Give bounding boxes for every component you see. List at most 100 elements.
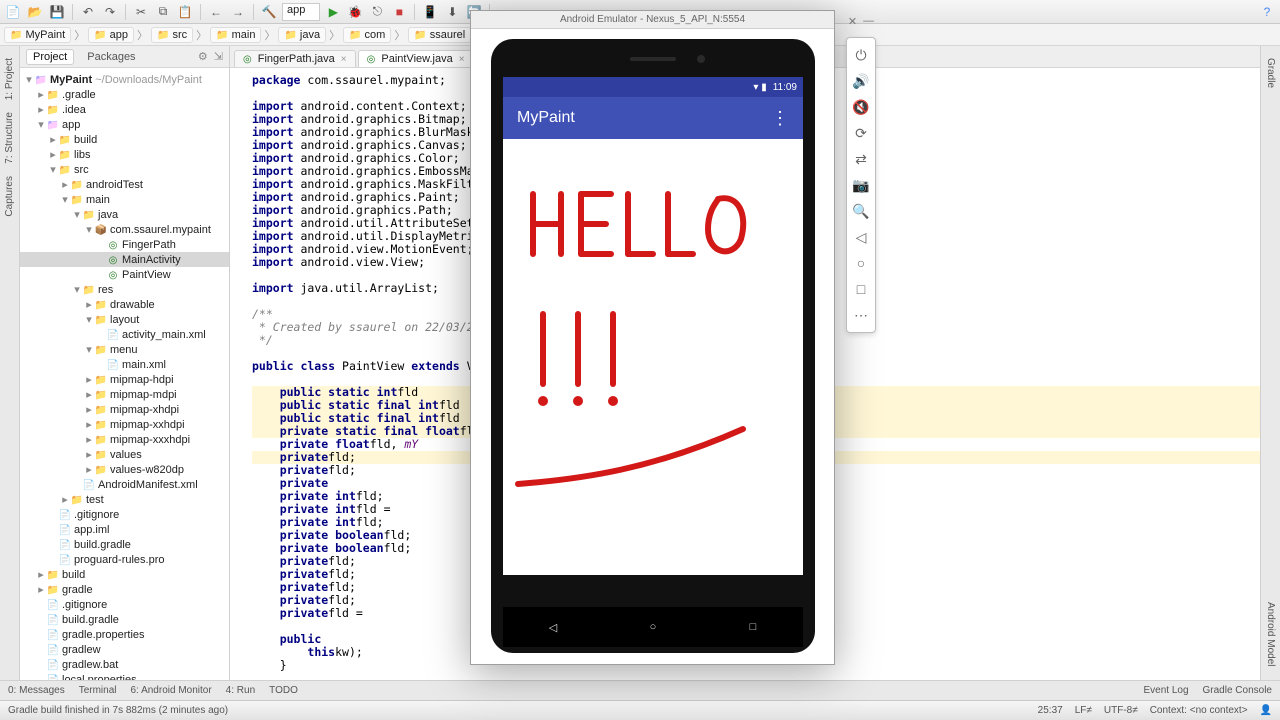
tree-item[interactable]: activity_main.xml <box>20 327 229 342</box>
tool-tab-gradle[interactable]: Gradle <box>1263 52 1278 94</box>
gear-icon[interactable]: ⚙ <box>198 50 208 63</box>
copy-icon[interactable]: ⧉ <box>154 3 172 21</box>
emulator-window-controls[interactable]: ✕— <box>846 15 876 28</box>
tree-item[interactable]: ▸.idea <box>20 102 229 117</box>
tree-item[interactable]: ▾res <box>20 282 229 297</box>
close-icon[interactable]: ✕ <box>848 15 857 28</box>
tree-item[interactable]: ▾menu <box>20 342 229 357</box>
tree-item[interactable]: ▸androidTest <box>20 177 229 192</box>
project-view-tab-packages[interactable]: Packages <box>80 49 142 65</box>
undo-icon[interactable]: ↶ <box>79 3 97 21</box>
emulator-side-button[interactable]: ⇄ <box>849 146 873 172</box>
breadcrumb-item[interactable]: java <box>278 27 326 43</box>
save-icon[interactable]: 💾 <box>48 3 66 21</box>
nav-recent-icon[interactable]: □ <box>743 617 763 637</box>
tree-item[interactable]: main.xml <box>20 357 229 372</box>
bottom-tab-android-monitor[interactable]: 6: Android Monitor <box>131 685 212 696</box>
tree-item[interactable]: ▸mipmap-xxhdpi <box>20 417 229 432</box>
breadcrumb-item[interactable]: src <box>151 27 193 43</box>
tree-item[interactable]: proguard-rules.pro <box>20 552 229 567</box>
tree-root[interactable]: ▾MyPaint ~/Downloads/MyPaint <box>20 72 229 87</box>
tree-item[interactable]: app.iml <box>20 522 229 537</box>
bottom-tab-run[interactable]: 4: Run <box>226 685 255 696</box>
back-icon[interactable]: ← <box>207 3 225 21</box>
hector-icon[interactable]: 👤 <box>1260 705 1272 716</box>
tree-item[interactable]: ▾src <box>20 162 229 177</box>
tree-item[interactable]: ▾java <box>20 207 229 222</box>
tree-item[interactable]: gradlew <box>20 642 229 657</box>
tree-item[interactable]: ▾com.ssaurel.mypaint <box>20 222 229 237</box>
open-icon[interactable]: 📂 <box>26 3 44 21</box>
tree-item[interactable]: ▸values-w820dp <box>20 462 229 477</box>
avd-icon[interactable]: 📱 <box>421 3 439 21</box>
tree-item[interactable]: .gitignore <box>20 507 229 522</box>
tree-item[interactable]: ▾app <box>20 117 229 132</box>
breadcrumb-item[interactable]: main <box>210 27 261 43</box>
tree-item[interactable]: ▸mipmap-hdpi <box>20 372 229 387</box>
bottom-tab-messages[interactable]: 0: Messages <box>8 685 65 696</box>
emulator-side-button[interactable]: 🔍 <box>849 198 873 224</box>
tree-item[interactable]: ▸mipmap-mdpi <box>20 387 229 402</box>
caret-position[interactable]: 25:37 <box>1038 705 1063 716</box>
breadcrumb-item[interactable]: app <box>88 27 134 43</box>
tree-item[interactable]: ▸libs <box>20 147 229 162</box>
bottom-tab-event-log[interactable]: Event Log <box>1143 685 1188 696</box>
project-tree[interactable]: ▾MyPaint ~/Downloads/MyPaint▸.gradle▸.id… <box>20 68 229 680</box>
close-icon[interactable]: × <box>341 54 347 65</box>
tree-item[interactable]: ▾main <box>20 192 229 207</box>
overflow-menu-icon[interactable]: ⋮ <box>771 108 789 129</box>
tree-item[interactable]: FingerPath <box>20 237 229 252</box>
paste-icon[interactable]: 📋 <box>176 3 194 21</box>
tool-tab-captures[interactable]: Captures <box>2 170 17 223</box>
bottom-tab-gradle-console[interactable]: Gradle Console <box>1203 685 1272 696</box>
emulator-side-button[interactable]: 🔇 <box>849 94 873 120</box>
tree-item[interactable]: gradlew.bat <box>20 657 229 672</box>
build-icon[interactable]: 🔨 <box>260 3 278 21</box>
tree-item[interactable]: build.gradle <box>20 612 229 627</box>
bottom-tab-terminal[interactable]: Terminal <box>79 685 117 696</box>
breadcrumb-item[interactable]: com <box>343 27 391 43</box>
collapse-icon[interactable]: ⇲ <box>214 50 223 63</box>
editor-tab[interactable]: PaintView.java× <box>358 50 474 67</box>
minimize-icon[interactable]: — <box>863 15 874 28</box>
stop-icon[interactable]: ■ <box>390 3 408 21</box>
tree-item[interactable]: PaintView <box>20 267 229 282</box>
project-view-tab-project[interactable]: Project <box>26 49 74 65</box>
tree-item[interactable]: MainActivity <box>20 252 229 267</box>
tree-item[interactable]: AndroidManifest.xml <box>20 477 229 492</box>
close-icon[interactable]: × <box>459 54 465 65</box>
cut-icon[interactable]: ✂ <box>132 3 150 21</box>
redo-icon[interactable]: ↷ <box>101 3 119 21</box>
breadcrumb-item[interactable]: MyPaint <box>4 27 71 43</box>
tree-item[interactable]: ▾layout <box>20 312 229 327</box>
emulator-side-button[interactable]: ⟳ <box>849 120 873 146</box>
tree-item[interactable]: ▸mipmap-xxxhdpi <box>20 432 229 447</box>
tree-item[interactable]: ▸gradle <box>20 582 229 597</box>
sdk-icon[interactable]: ⬇ <box>443 3 461 21</box>
paint-canvas[interactable] <box>503 139 803 575</box>
tree-item[interactable]: ▸.gradle <box>20 87 229 102</box>
tree-item[interactable]: ▸mipmap-xhdpi <box>20 402 229 417</box>
bottom-tab-todo[interactable]: TODO <box>269 685 298 696</box>
emulator-side-button[interactable]: 🔊 <box>849 68 873 94</box>
tool-tab-project[interactable]: 1: Project <box>2 52 17 106</box>
tree-item[interactable]: ▸build <box>20 132 229 147</box>
tree-item[interactable]: ▸build <box>20 567 229 582</box>
emulator-side-button[interactable]: ⋯ <box>849 302 873 328</box>
help-icon[interactable]: ? <box>1258 3 1276 21</box>
emulator-side-button[interactable]: ◁ <box>849 224 873 250</box>
device-screen[interactable]: ▾ ▮ 11:09 MyPaint ⋮ <box>503 77 803 575</box>
tree-item[interactable]: ▸drawable <box>20 297 229 312</box>
file-encoding[interactable]: UTF-8≠ <box>1104 705 1138 716</box>
context-label[interactable]: Context: <no context> <box>1150 705 1248 716</box>
forward-icon[interactable]: → <box>229 3 247 21</box>
tree-item[interactable]: ▸test <box>20 492 229 507</box>
nav-home-icon[interactable]: ○ <box>643 617 663 637</box>
tree-item[interactable]: ▸values <box>20 447 229 462</box>
nav-back-icon[interactable]: ◁ <box>543 617 563 637</box>
tool-tab-android-model[interactable]: Android Model <box>1263 596 1278 672</box>
run-icon[interactable]: ▶ <box>324 3 342 21</box>
line-separator[interactable]: LF≠ <box>1075 705 1092 716</box>
tool-tab-structure[interactable]: 7: Structure <box>2 106 17 170</box>
breadcrumb-item[interactable]: ssaurel <box>408 27 471 43</box>
